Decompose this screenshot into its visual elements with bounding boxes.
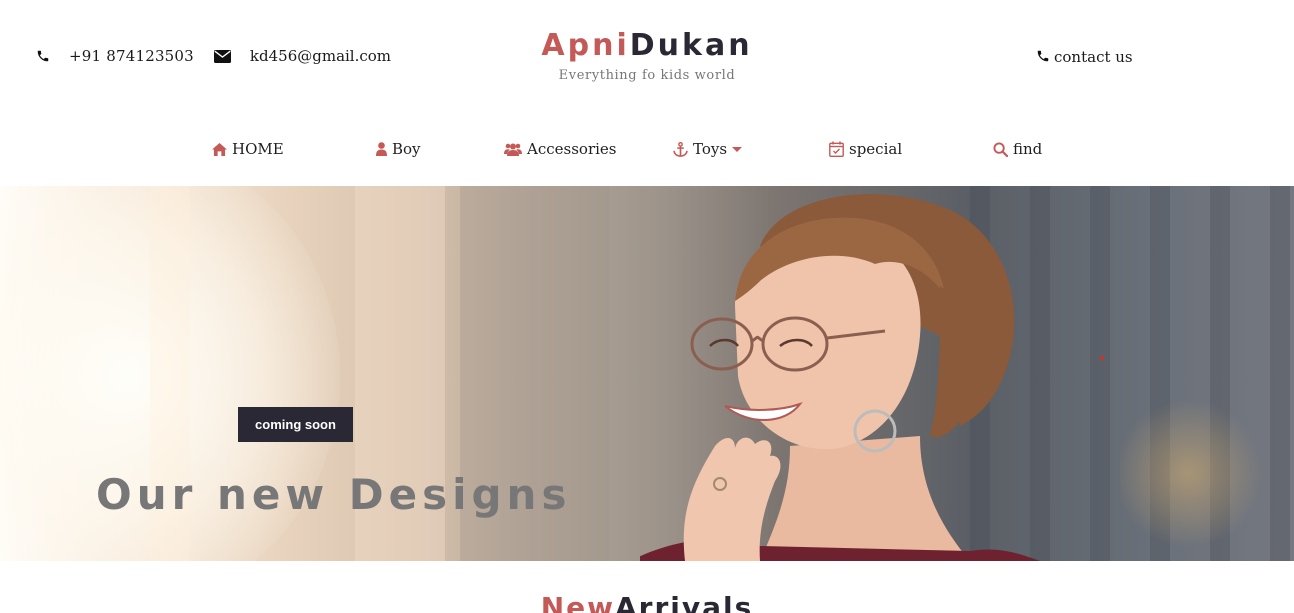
nav-item-label: Accessories [527, 140, 617, 158]
anchor-icon [672, 141, 688, 157]
top-header: +91 874123503 kd456@gmail.com ApniDukan … [0, 0, 1294, 118]
nav-item-boy[interactable]: Boy [376, 140, 421, 158]
nav-item-label: Boy [392, 140, 421, 158]
nav-item-label: HOME [232, 140, 284, 158]
chevron-down-icon [732, 146, 743, 152]
hero-banner: coming soon Our new Designs [0, 186, 1294, 561]
nav-item-label: Toys [693, 140, 728, 158]
contact-us-link[interactable]: contact us [1036, 48, 1133, 66]
nav-item-special[interactable]: special [828, 140, 902, 158]
new-arrivals-heading: NewArrivals [0, 590, 1294, 613]
hero-title: Our new Designs [96, 470, 572, 519]
main-nav: HOME Boy Accessories Toys special find [0, 140, 1294, 164]
hero-model-image [640, 194, 1040, 561]
heading-second-word: Arrivals [615, 591, 754, 613]
user-icon [376, 141, 387, 157]
calendar-check-icon [828, 141, 844, 157]
brand-name-first: Apni [541, 28, 630, 63]
heading-first-word: New [540, 591, 615, 613]
phone-icon [1036, 49, 1050, 65]
hero-marker-dot [1100, 356, 1104, 360]
brand-tagline: Everything fo kids world [558, 68, 736, 83]
coming-soon-button[interactable]: coming soon [238, 407, 353, 442]
nav-item-accessories[interactable]: Accessories [504, 140, 616, 158]
contact-us-label: contact us [1054, 48, 1133, 66]
hero-background-lights [1120, 386, 1290, 561]
brand-name-second: Dukan [629, 28, 753, 63]
users-icon [504, 141, 522, 157]
nav-item-label: special [849, 140, 903, 158]
search-icon [992, 141, 1008, 157]
nav-item-toys[interactable]: Toys [672, 140, 743, 158]
nav-item-label: find [1013, 140, 1043, 158]
home-icon [211, 141, 227, 157]
nav-item-find[interactable]: find [992, 140, 1042, 158]
nav-item-home[interactable]: HOME [211, 140, 284, 158]
